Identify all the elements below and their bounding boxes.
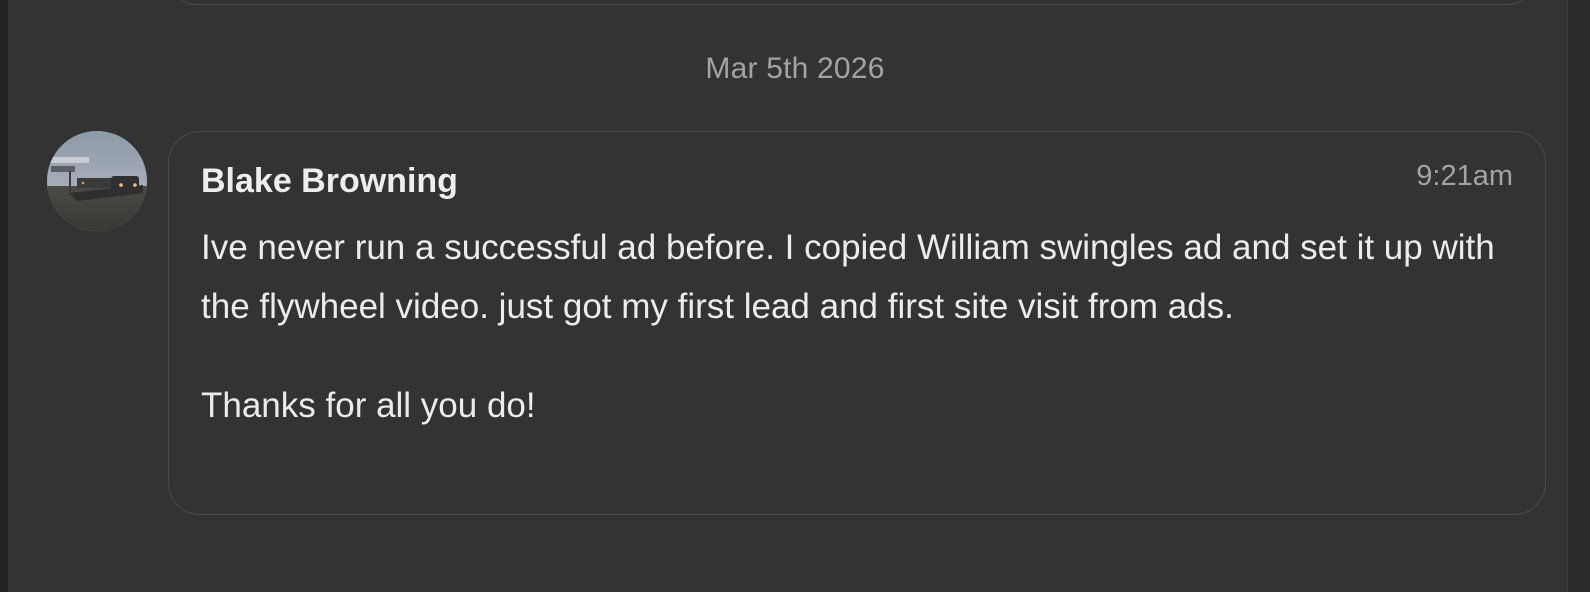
avatar[interactable] <box>47 131 147 231</box>
message-paragraph: Ive never run a successful ad before. I … <box>201 228 1495 326</box>
date-separator: Mar 5th 2026 <box>705 52 885 85</box>
scrollbar-track[interactable] <box>1567 0 1590 592</box>
message-card[interactable]: Blake Browning 9:21am Ive never run a su… <box>168 131 1546 515</box>
previous-message-card <box>172 0 1532 5</box>
message-body: Ive never run a successful ad before. I … <box>201 218 1511 435</box>
left-panel-edge <box>0 0 8 592</box>
avatar-photo <box>47 131 147 231</box>
sender-name[interactable]: Blake Browning <box>201 162 458 201</box>
message-paragraph: Thanks for all you do! <box>201 386 536 425</box>
message-timestamp: 9:21am <box>1416 160 1513 192</box>
